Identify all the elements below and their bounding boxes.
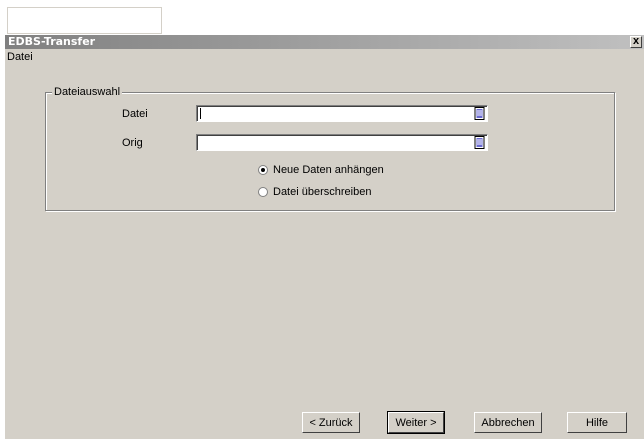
close-icon: x <box>632 35 640 47</box>
menu-item-datei[interactable]: Datei <box>7 50 33 65</box>
datei-input[interactable] <box>196 105 488 122</box>
radio-append-label[interactable]: Neue Daten anhängen <box>273 163 384 177</box>
edbs-transfer-window: EDBS-Transfer x Datei Dateiauswahl Datei… <box>5 35 644 439</box>
menu-bar: Datei <box>5 49 644 66</box>
back-button[interactable]: < Zurück <box>302 412 360 433</box>
orig-label: Orig <box>122 137 143 149</box>
browse-file-icon[interactable] <box>474 107 485 120</box>
radio-selected-dot <box>261 168 265 172</box>
browse-file-icon[interactable] <box>474 136 485 149</box>
orig-input[interactable] <box>196 134 488 151</box>
help-button[interactable]: Hilfe <box>567 412 627 433</box>
datei-label: Datei <box>122 108 148 120</box>
radio-overwrite-label[interactable]: Datei überschreiben <box>273 185 371 199</box>
radio-append[interactable] <box>258 165 268 175</box>
top-blank-field <box>7 7 162 34</box>
text-caret <box>200 108 201 119</box>
cancel-button[interactable]: Abbrechen <box>474 412 542 433</box>
file-selection-group: Dateiauswahl Datei Orig Neue Daten anhän… <box>45 85 615 211</box>
next-button[interactable]: Weiter > <box>387 411 445 434</box>
group-legend: Dateiauswahl <box>52 85 123 99</box>
title-bar: EDBS-Transfer x <box>5 35 644 49</box>
window-title: EDBS-Transfer <box>8 35 96 48</box>
close-button[interactable]: x <box>630 36 642 48</box>
radio-overwrite[interactable] <box>258 187 268 197</box>
